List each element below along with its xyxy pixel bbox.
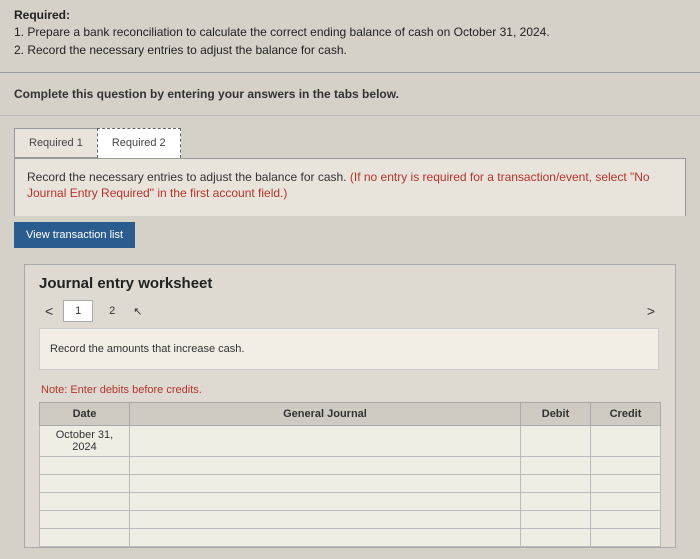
prompt: Record the necessary entries to adjust t… — [14, 158, 686, 217]
col-credit: Credit — [591, 403, 661, 426]
table-row — [40, 511, 661, 529]
page-2-button[interactable]: 2 — [97, 300, 127, 322]
requirement-1: 1. Prepare a bank reconciliation to calc… — [14, 24, 686, 41]
table-row — [40, 493, 661, 511]
tabs: Required 1 Required 2 — [0, 116, 700, 158]
date-cell — [40, 511, 130, 529]
tab-required-2[interactable]: Required 2 — [97, 128, 181, 158]
worksheet-title: Journal entry worksheet — [39, 275, 661, 292]
debit-cell[interactable] — [521, 511, 591, 529]
tab-required-1[interactable]: Required 1 — [14, 128, 98, 158]
date-cell: October 31, 2024 — [40, 426, 130, 457]
date-cell — [40, 493, 130, 511]
debit-cell[interactable] — [521, 475, 591, 493]
debit-cell[interactable] — [521, 457, 591, 475]
date-cell — [40, 475, 130, 493]
credit-cell[interactable] — [591, 529, 661, 547]
date-cell — [40, 457, 130, 475]
col-debit: Debit — [521, 403, 591, 426]
credit-cell[interactable] — [591, 426, 661, 457]
prompt-main: Record the necessary entries to adjust t… — [27, 170, 350, 184]
instruction-text: Complete this question by entering your … — [0, 73, 700, 116]
account-cell[interactable] — [130, 529, 521, 547]
chevron-right-icon[interactable]: > — [641, 301, 661, 321]
account-cell[interactable] — [130, 426, 521, 457]
credit-cell[interactable] — [591, 475, 661, 493]
page-1-button[interactable]: 1 — [63, 300, 93, 322]
requirement-2: 2. Record the necessary entries to adjus… — [14, 42, 686, 59]
entry-instruction: Record the amounts that increase cash. — [39, 328, 659, 370]
account-cell[interactable] — [130, 511, 521, 529]
table-row — [40, 475, 661, 493]
required-header: Required: 1. Prepare a bank reconciliati… — [0, 0, 700, 73]
col-date: Date — [40, 403, 130, 426]
credit-cell[interactable] — [591, 457, 661, 475]
view-transaction-list-button[interactable]: View transaction list — [14, 222, 135, 248]
credit-cell[interactable] — [591, 511, 661, 529]
col-general-journal: General Journal — [130, 403, 521, 426]
debit-credit-note: Note: Enter debits before credits. — [41, 384, 659, 396]
journal-entry-table: Date General Journal Debit Credit Octobe… — [39, 402, 661, 547]
date-cell — [40, 529, 130, 547]
account-cell[interactable] — [130, 457, 521, 475]
table-row — [40, 529, 661, 547]
required-label: Required: — [14, 8, 686, 22]
cursor-icon: ↖ — [133, 305, 142, 318]
debit-cell[interactable] — [521, 426, 591, 457]
chevron-left-icon[interactable]: < — [39, 301, 59, 321]
credit-cell[interactable] — [591, 493, 661, 511]
debit-cell[interactable] — [521, 529, 591, 547]
debit-cell[interactable] — [521, 493, 591, 511]
worksheet-nav: < 1 2 ↖ > — [39, 300, 661, 322]
table-row — [40, 457, 661, 475]
journal-entry-worksheet: Journal entry worksheet < 1 2 ↖ > Record… — [24, 264, 676, 548]
account-cell[interactable] — [130, 475, 521, 493]
account-cell[interactable] — [130, 493, 521, 511]
table-row: October 31, 2024 — [40, 426, 661, 457]
